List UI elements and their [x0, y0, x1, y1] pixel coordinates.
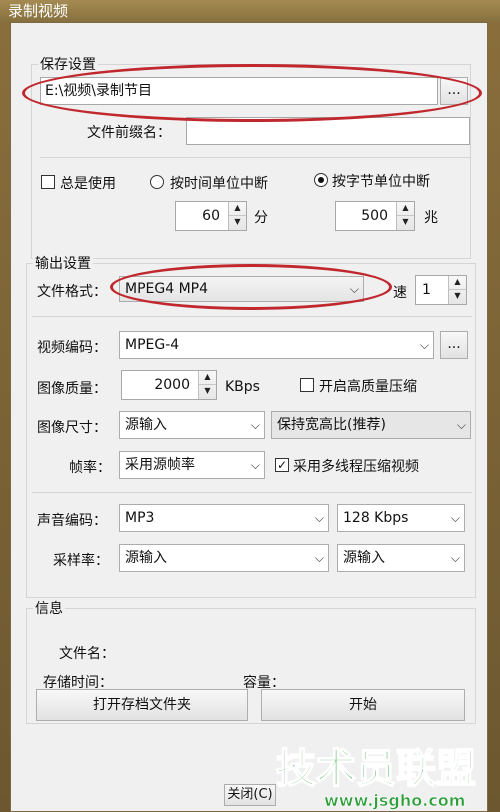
fps-label: 帧率：	[69, 460, 111, 476]
chevron-down-icon: ⌵	[250, 458, 260, 472]
chevron-down-icon: ⌵	[419, 338, 429, 352]
prefix-label: 文件前缀名：	[87, 125, 171, 141]
dialog-client-area: 保存设置 E:\视频\录制节目 ... 文件前缀名： 总是使用 按时间单位中断 …	[10, 22, 488, 812]
info-group: 信息 文件名： 存储时间： 容量： 打开存档文件夹 开始	[26, 598, 476, 724]
audio-codec-value: MP3	[125, 510, 155, 526]
save-settings-title: 保存设置	[38, 54, 98, 74]
chevron-down-icon[interactable]: ▼	[397, 216, 414, 230]
chevron-down-icon: ⌵	[456, 418, 466, 432]
chevron-up-icon[interactable]: ▲	[229, 202, 246, 216]
prefix-input[interactable]	[186, 117, 470, 145]
format-value: MPEG4 MP4	[125, 281, 209, 297]
quality-value: 2000	[154, 377, 190, 393]
speed-stepper[interactable]: 1 ▲ ▼	[415, 275, 467, 305]
always-use-label: 总是使用	[60, 176, 116, 192]
multithread-checkbox[interactable]: ✓	[275, 458, 289, 472]
chevron-up-icon[interactable]: ▲	[397, 202, 414, 216]
audio-codec-select[interactable]: MP3 ⌵	[119, 504, 329, 532]
save-path-field[interactable]: E:\视频\录制节目	[40, 77, 438, 105]
speed-value: 1	[422, 282, 431, 298]
hq-compress-checkbox[interactable]	[300, 378, 314, 392]
fps-select[interactable]: 采用源帧率 ⌵	[119, 451, 265, 479]
chevron-down-icon[interactable]: ▼	[449, 290, 466, 304]
audio-bitrate-value: 128 Kbps	[343, 510, 409, 526]
split-by-size-radio[interactable]	[314, 173, 328, 187]
filename-label: 文件名：	[59, 646, 115, 662]
close-button[interactable]: 关闭(C)	[224, 784, 276, 806]
split-by-time-radio[interactable]	[150, 175, 164, 189]
fps-value: 采用源帧率	[125, 457, 195, 473]
audio-codec-label: 声音编码：	[37, 513, 107, 529]
samplerate-value: 源输入	[125, 550, 167, 566]
size-value-stepper[interactable]: 500 ▲ ▼	[335, 201, 415, 231]
chevron-down-icon[interactable]: ▼	[229, 216, 246, 230]
window-title: 录制视频	[8, 2, 69, 20]
output-divider-2	[32, 492, 472, 493]
chevron-down-icon: ⌵	[250, 418, 260, 432]
speed-stepper-buttons[interactable]: ▲ ▼	[448, 276, 466, 304]
always-use-checkbox[interactable]	[41, 175, 55, 189]
speed-label: 速	[393, 285, 407, 301]
time-value-stepper[interactable]: 60 ▲ ▼	[175, 201, 247, 231]
video-codec-value: MPEG-4	[125, 337, 180, 353]
chevron-up-icon[interactable]: ▲	[199, 371, 216, 385]
quality-unit-label: KBps	[225, 379, 260, 395]
start-button[interactable]: 开始	[261, 689, 465, 721]
codec-options-button[interactable]: ...	[440, 331, 468, 359]
hq-compress-label: 开启高质量压缩	[319, 379, 417, 395]
channel-value: 源输入	[343, 550, 385, 566]
time-stepper-buttons[interactable]: ▲ ▼	[228, 202, 246, 230]
format-label: 文件格式：	[37, 284, 107, 300]
save-settings-divider	[40, 157, 470, 158]
video-codec-label: 视频编码：	[37, 340, 107, 356]
aspect-ratio-select[interactable]: 保持宽高比(推荐) ⌵	[271, 411, 471, 439]
open-folder-button[interactable]: 打开存档文件夹	[36, 689, 248, 721]
chevron-down-icon: ⌵	[450, 551, 460, 565]
channel-select[interactable]: 源输入 ⌵	[337, 544, 465, 572]
samplerate-select[interactable]: 源输入 ⌵	[119, 544, 329, 572]
chevron-up-icon[interactable]: ▲	[449, 276, 466, 290]
frame-size-select[interactable]: 源输入 ⌵	[119, 411, 265, 439]
dialog-window: 录制视频 保存设置 E:\视频\录制节目 ... 文件前缀名： 总是使用 按时间…	[0, 0, 500, 812]
quality-stepper[interactable]: 2000 ▲ ▼	[121, 370, 217, 400]
browse-path-button[interactable]: ...	[440, 77, 468, 105]
info-title: 信息	[33, 598, 65, 618]
chevron-down-icon: ⌵	[314, 511, 324, 525]
save-settings-group: 保存设置 E:\视频\录制节目 ... 文件前缀名： 总是使用 按时间单位中断 …	[31, 54, 471, 259]
multithread-label: 采用多线程压缩视频	[293, 459, 419, 475]
title-bar: 录制视频	[0, 0, 500, 22]
format-select[interactable]: MPEG4 MP4 ⌵	[119, 276, 364, 302]
output-divider-1	[32, 316, 472, 317]
output-settings-group: 输出设置 文件格式： MPEG4 MP4 ⌵ 速 1 ▲ ▼ 视频编码： MPE…	[26, 253, 476, 598]
aspect-ratio-value: 保持宽高比(推荐)	[277, 417, 386, 433]
frame-size-value: 源输入	[125, 417, 167, 433]
time-unit-label: 分	[254, 210, 268, 226]
time-value: 60	[202, 208, 220, 224]
chevron-down-icon: ⌵	[349, 282, 359, 296]
quality-label: 图像质量：	[37, 381, 107, 397]
size-stepper-buttons[interactable]: ▲ ▼	[396, 202, 414, 230]
split-by-size-label: 按字节单位中断	[332, 174, 430, 190]
chevron-down-icon: ⌵	[314, 551, 324, 565]
size-unit-label: 兆	[424, 210, 438, 226]
chevron-down-icon[interactable]: ▼	[199, 385, 216, 399]
output-settings-title: 输出设置	[33, 253, 93, 273]
size-label: 图像尺寸：	[37, 420, 107, 436]
audio-bitrate-select[interactable]: 128 Kbps ⌵	[337, 504, 465, 532]
chevron-down-icon: ⌵	[450, 511, 460, 525]
split-by-time-label: 按时间单位中断	[170, 176, 268, 192]
size-value: 500	[361, 208, 388, 224]
video-codec-select[interactable]: MPEG-4 ⌵	[119, 331, 434, 359]
quality-stepper-buttons[interactable]: ▲ ▼	[198, 371, 216, 399]
samplerate-label: 采样率：	[53, 553, 109, 569]
